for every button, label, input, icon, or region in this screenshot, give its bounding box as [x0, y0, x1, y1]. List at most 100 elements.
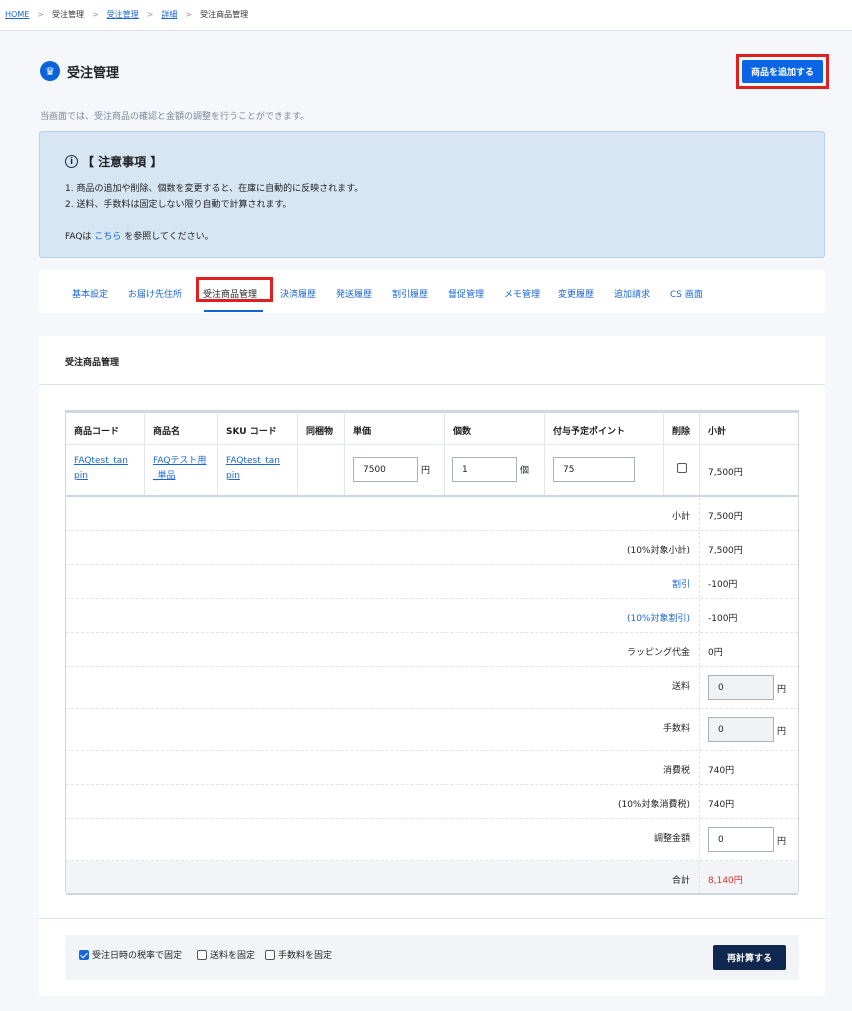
sku-code-link[interactable]: FAQtest_tan pin	[226, 456, 280, 481]
summary-row-subtotal: 小計 7,500円	[66, 497, 798, 531]
adjust-amount-input[interactable]: 0	[708, 827, 774, 852]
summary-tax10-subtotal-value: 7,500円	[708, 546, 743, 556]
crown-icon: ♛	[40, 61, 60, 81]
header-delete: 削除	[664, 411, 700, 445]
breadcrumb-home-link[interactable]: HOME	[5, 10, 29, 19]
summary-section: 小計 7,500円 (10%対象小計) 7,500円 割引 -100円 (10%…	[66, 495, 798, 895]
tab-delivery-address[interactable]: お届け先住所	[128, 287, 182, 300]
tab-cs-screen[interactable]: CS 画面	[670, 287, 703, 300]
header-points: 付与予定ポイント	[545, 411, 664, 445]
summary-adjust-label: 調整金額	[653, 834, 690, 844]
header-product-name: 商品名	[145, 411, 218, 445]
tab-dunning[interactable]: 督促管理	[448, 287, 484, 300]
delete-checkbox[interactable]	[676, 463, 687, 473]
summary-row-tax10-discount: (10%対象割引) -100円	[66, 599, 798, 633]
header-bundled: 同梱物	[298, 411, 345, 445]
cell-quantity: 1 個	[445, 445, 545, 495]
add-product-button[interactable]: 商品を追加する	[742, 60, 823, 83]
points-input[interactable]: 75	[553, 457, 635, 482]
notice-line-1: 1. 商品の追加や削除、個数を変更すると、在庫に自動的に反映されます。	[65, 184, 364, 194]
summary-row-tax: 消費税 740円	[66, 751, 798, 785]
summary-row-tax10-subtotal: (10%対象小計) 7,500円	[66, 531, 798, 565]
header-product-code: 商品コード	[66, 411, 145, 445]
fix-shipping-option[interactable]: 送料を固定	[197, 948, 255, 961]
page-title-text: 受注管理	[67, 65, 120, 81]
summary-row-wrapping: ラッピング代金 0円	[66, 633, 798, 667]
tab-shipping-history[interactable]: 発送履歴	[336, 287, 372, 300]
breadcrumb-order-management: 受注管理	[51, 10, 84, 19]
fix-tax-rate-label: 受注日時の税率で固定	[92, 951, 183, 961]
summary-total-label: 合計	[671, 876, 690, 886]
unit-price-input[interactable]: 7500	[353, 457, 418, 482]
breadcrumb: HOME > 受注管理 > 受注管理 > 詳細 > 受注商品管理	[5, 9, 248, 20]
fix-shipping-checkbox[interactable]	[197, 949, 207, 960]
product-code-link[interactable]: FAQtest_tan pin	[74, 456, 128, 481]
order-products-table: 商品コード 商品名 SKU コード 同梱物 単価 個数 付与予定ポイント 削除 …	[65, 410, 799, 895]
cell-subtotal: 7,500円	[708, 468, 743, 478]
unit-price-unit: 円	[421, 466, 431, 476]
tab-memo[interactable]: メモ管理	[504, 287, 540, 300]
summary-tax10-value: 740円	[708, 800, 735, 810]
breadcrumb-order-management-link[interactable]: 受注管理	[107, 9, 139, 20]
summary-discount-link[interactable]: 割引	[672, 577, 690, 590]
fix-fee-label: 手数料を固定	[278, 951, 333, 961]
summary-fee-label: 手数料	[662, 724, 690, 734]
faq-link[interactable]: こちら	[94, 232, 121, 242]
faq-suffix: を参照してください。	[124, 232, 214, 242]
summary-row-fee: 手数料 0 円	[66, 709, 798, 751]
breadcrumb-detail-link[interactable]: 詳細	[161, 9, 177, 20]
adjust-unit: 円	[777, 837, 787, 847]
summary-tax-value: 740円	[708, 766, 735, 776]
fix-fee-checkbox[interactable]	[265, 949, 275, 960]
header-unit-price: 単価	[345, 411, 445, 445]
breadcrumb-separator: >	[185, 10, 193, 19]
faq-prefix: FAQは	[65, 232, 92, 242]
shipping-unit: 円	[777, 685, 787, 695]
breadcrumb-separator: >	[146, 10, 154, 19]
recalculate-button[interactable]: 再計算する	[713, 945, 786, 970]
divider	[39, 918, 825, 919]
notice-header: i 【 注意事項 】	[65, 153, 162, 170]
divider	[39, 384, 825, 385]
summary-row-adjust: 調整金額 0 円	[66, 819, 798, 861]
notice-title: 【 注意事項 】	[82, 155, 163, 169]
fee-input[interactable]: 0	[708, 717, 774, 742]
recalc-options: 受注日時の税率で固定 送料を固定 手数料を固定 再計算する	[65, 935, 799, 980]
notice-box: i 【 注意事項 】 1. 商品の追加や削除、個数を変更すると、在庫に自動的に反…	[39, 131, 825, 258]
quantity-input[interactable]: 1	[452, 457, 517, 482]
summary-wrapping-label: ラッピング代金	[626, 648, 690, 658]
add-product-button-highlight: 商品を追加する	[736, 54, 829, 89]
fix-tax-rate-checkbox[interactable]	[79, 949, 89, 960]
product-name-link[interactable]: FAQテスト用 _単品	[153, 456, 206, 481]
cell-delete	[664, 445, 700, 495]
summary-tax10-subtotal-label: (10%対象小計)	[626, 546, 690, 556]
notice-line-2: 2. 送料、手数料は固定しない限り自動で計算されます。	[65, 200, 292, 210]
tab-additional-billing[interactable]: 追加請求	[614, 287, 650, 300]
tab-basic-settings[interactable]: 基本設定	[72, 287, 108, 300]
summary-tax10-label: (10%対象消費税)	[617, 800, 690, 810]
fee-unit: 円	[777, 727, 787, 737]
summary-tax-label: 消費税	[662, 766, 690, 776]
tab-change-history[interactable]: 変更履歴	[558, 287, 594, 300]
tab-discount-history[interactable]: 割引履歴	[392, 287, 428, 300]
cell-points: 75	[545, 445, 664, 495]
shipping-input[interactable]: 0	[708, 675, 774, 700]
summary-discount-value: -100円	[708, 580, 738, 590]
fix-tax-rate-option[interactable]: 受注日時の税率で固定	[79, 948, 182, 961]
header-sku-code: SKU コード	[218, 411, 298, 445]
tab-order-products[interactable]: 受注商品管理	[203, 287, 257, 300]
cell-sku-code: FAQtest_tan pin	[218, 445, 298, 495]
tab-payment-history[interactable]: 決済履歴	[280, 287, 316, 300]
summary-subtotal-label: 小計	[671, 512, 690, 522]
summary-row-total: 合計 8,140円	[66, 861, 798, 895]
cell-unit-price: 7500 円	[345, 445, 445, 495]
cell-product-name: FAQテスト用 _単品	[145, 445, 218, 495]
page-description: 当画面では、受注商品の確認と金額の調整を行うことができます。	[40, 112, 310, 122]
summary-total-value: 8,140円	[708, 876, 743, 886]
tab-bar: 基本設定 お届け先住所 受注商品管理 決済履歴 発送履歴 割引履歴 督促管理 メ…	[39, 270, 825, 313]
breadcrumb-current: 受注商品管理	[200, 10, 249, 19]
header-quantity: 個数	[445, 411, 545, 445]
summary-row-shipping: 送料 0 円	[66, 667, 798, 709]
summary-tax10-discount-link[interactable]: (10%対象割引)	[627, 611, 690, 624]
fix-fee-option[interactable]: 手数料を固定	[265, 948, 332, 961]
